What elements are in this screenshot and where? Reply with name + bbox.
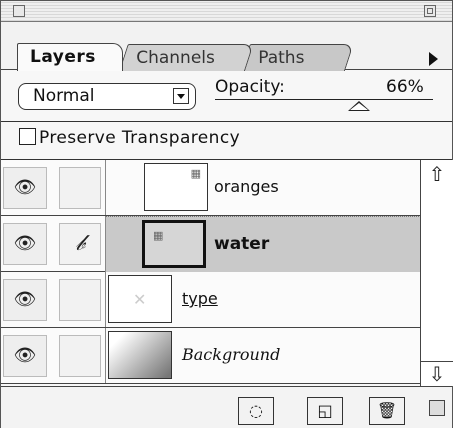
layer-content[interactable]: ✕ type [105,272,421,327]
tab-layers-label: Layers [30,47,96,67]
layer-row-type[interactable]: 👁 ✕ type [1,272,420,328]
opacity-slider-track[interactable] [215,99,433,100]
layer-content[interactable]: Background [105,328,421,383]
close-box-icon[interactable] [13,5,25,17]
layer-mask-button[interactable]: ◌ [238,397,274,425]
layers-scrollbar[interactable]: ⇧ ⇩ [420,160,453,386]
eye-icon[interactable]: 👁 [3,335,47,377]
tab-paths-label: Paths [258,48,305,68]
layer-name: type [182,289,218,308]
tab-strip: Paths Channels Layers [1,22,452,71]
layer-thumbnail: ▦ [144,163,208,211]
layer-mask-icon: ◌ [249,401,263,420]
layer-row-water[interactable]: 👁 𝒷 ▦ water [1,216,421,272]
chevron-down-icon[interactable] [173,88,189,104]
arrow-down-icon[interactable]: ⇩ [421,361,453,386]
thumbnail-art: ✕ [133,290,147,309]
tab-channels[interactable]: Channels [119,44,254,71]
layer-content[interactable]: ▦ water [105,216,421,272]
palette-footer: ◌ ◱ 🗑 [1,386,452,428]
preserve-transparency-option[interactable]: Preserve Transparency [19,128,240,148]
palette-title-bar[interactable] [1,1,452,22]
opacity-slider-thumb[interactable] [347,101,370,111]
divider [1,121,452,122]
layers-list: 👁 ▦ oranges 👁 𝒷 ▦ water 👁 ✕ type 👁 Backg… [1,160,421,386]
tab-layers[interactable]: Layers [17,43,123,71]
layer-row-oranges[interactable]: 👁 ▦ oranges [1,160,420,216]
palette-menu-triangle-icon[interactable] [429,52,438,66]
resize-handle-icon[interactable] [429,400,445,416]
link-slot[interactable] [59,335,101,377]
layer-content[interactable]: ▦ oranges [105,160,421,215]
blend-mode-select[interactable]: Normal [18,83,196,110]
tab-paths[interactable]: Paths [241,44,354,71]
layer-thumbnail [108,331,172,379]
layer-row-background[interactable]: 👁 Background [1,328,420,384]
layer-name: water [214,234,270,254]
paintbrush-icon[interactable]: 𝒷 [59,223,101,265]
link-slot[interactable] [59,167,101,209]
opacity-label: Opacity: [215,77,285,97]
thumbnail-art: ▦ [190,167,201,180]
thumbnail-art: ▦ [153,229,164,242]
layer-thumbnail: ▦ [142,220,206,268]
delete-layer-button[interactable]: 🗑 [369,397,405,425]
eye-icon[interactable]: 👁 [3,279,47,321]
opacity-value: 66% [386,77,424,97]
new-layer-icon: ◱ [317,401,333,420]
blend-mode-value: Normal [33,86,95,106]
trash-icon: 🗑 [376,401,398,420]
layer-name: oranges [214,177,279,196]
layer-thumbnail: ✕ [108,275,172,323]
eye-icon[interactable]: 👁 [3,223,47,265]
link-slot[interactable] [59,279,101,321]
arrow-up-icon[interactable]: ⇧ [421,162,453,186]
preserve-transparency-label: Preserve Transparency [39,128,241,148]
tab-channels-label: Channels [136,48,215,68]
layers-palette: Paths Channels Layers Normal Opacity: 66… [0,0,453,428]
eye-icon[interactable]: 👁 [3,167,47,209]
preserve-transparency-checkbox[interactable] [19,128,36,145]
zoom-box-icon[interactable] [424,5,436,17]
new-layer-button[interactable]: ◱ [307,397,343,425]
layer-name: Background [182,345,281,364]
